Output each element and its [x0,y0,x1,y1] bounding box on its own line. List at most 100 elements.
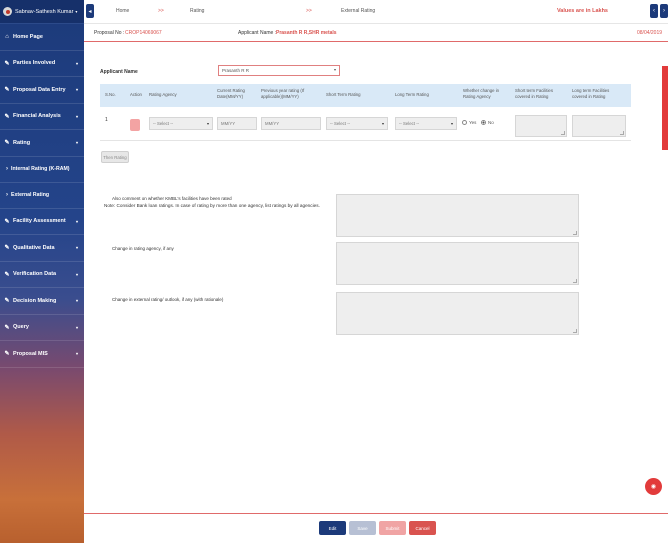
long-term-facilities-textarea[interactable] [572,115,626,137]
change-agency-yes-radio[interactable]: Yes [462,120,476,125]
chevron-right-icon: › [6,192,8,198]
long-term-rating-select[interactable]: -- Select -- ▾ [395,117,457,130]
edit-icon: ✎ [4,245,10,252]
short-term-rating-select[interactable]: -- Select -- ▾ [326,117,388,130]
proposal-date: 08/04/2019 [637,30,663,36]
chevron-down-icon: ▾ [75,87,78,93]
col-change-in-agency: Whether change in Rating Agency [463,88,500,99]
sidebar-item-label: Proposal Data Entry [13,86,66,93]
edit-icon: ✎ [4,271,10,278]
next-button[interactable]: › [660,4,668,18]
applicant-name-select[interactable]: Prasanth R R ▾ [218,65,340,76]
edit-icon: ✎ [4,113,10,120]
sidebar-item-label: Facility Assessment [13,218,66,225]
current-rating-date-input[interactable]: MM/YY [217,117,257,130]
chevron-down-icon: ▾ [75,271,78,277]
save-button[interactable]: Save [349,521,376,535]
breadcrumb-rating[interactable]: Rating [190,8,204,14]
help-fab-button[interactable]: ◉ [645,478,662,495]
sidebar-item-verification-data[interactable]: ✎ Verification Data ▾ [0,262,84,288]
applicant-name-label: Applicant Name : [238,30,277,36]
col-long-term-rating: Long Term Rating [395,92,429,97]
user-avatar-icon [3,7,12,16]
sidebar-item-label: Parties Involved [13,60,56,67]
edit-button[interactable]: Edit [319,521,346,535]
chevron-left-icon: ◂ [88,8,92,15]
sidebar-item-query[interactable]: ✎ Query ▾ [0,315,84,341]
col-current-rating-date: Current Rating Date(MM/YY) [217,88,245,99]
breadcrumb-home[interactable]: Home [116,8,129,14]
sidebar-item-qualitative-data[interactable]: ✎ Qualitative Data ▾ [0,235,84,262]
sidebar-item-parties-involved[interactable]: ✎ Parties Involved ▾ [0,51,84,77]
change-in-outlook-label: Change in external rating/ outlook, if a… [112,297,224,302]
sidebar-toggle-button[interactable]: ◂ [86,4,94,18]
edit-icon: ✎ [4,140,10,147]
applicant-name-label: Applicant Name [100,69,138,75]
delete-row-button[interactable] [130,119,140,131]
sidebar-item-label: Financial Analysis [13,113,61,120]
cancel-button[interactable]: Cancel [409,521,436,535]
sidebar-subitem-label: External Rating [11,192,50,198]
sidebar-item-label: Proposal MIS [13,350,48,357]
top-header: ◂ Home >> Rating >> External Rating Valu… [84,0,668,24]
prev-button[interactable]: ‹ [650,4,658,18]
breadcrumb-separator: >> [158,8,164,14]
change-in-outlook-textarea[interactable] [336,292,579,335]
short-term-facilities-textarea[interactable] [515,115,567,137]
home-icon: ⌂ [5,33,9,40]
sidebar-subitem-label: Internal Rating (K-RAM) [11,166,70,172]
row-sno: 1 [105,117,108,123]
edit-icon: ✎ [4,218,10,225]
chevron-down-icon: ▾ [75,9,78,14]
chevron-down-icon: ▾ [75,324,78,330]
chevron-down-icon: ▾ [75,140,78,146]
edit-icon: ✎ [4,351,10,358]
col-rating-agency: Rating Agency [149,92,177,97]
kmbl-facilities-comment-textarea[interactable] [336,194,579,237]
edit-icon: ✎ [4,324,10,331]
user-name: Sabnav-Sathesh Kumar [15,8,74,15]
then-rating-button[interactable]: Then Rating [101,151,129,163]
sidebar-subitem[interactable]: › Internal Rating (K-RAM) [0,157,84,183]
sidebar-subitem[interactable]: › External Rating [0,183,84,209]
sidebar-item-label: Query [13,324,29,331]
sidebar-item-financial-analysis[interactable]: ✎ Financial Analysis ▾ [0,104,84,130]
rating-agency-select[interactable]: -- Select -- ▾ [149,117,213,130]
change-in-agency-textarea[interactable] [336,242,579,285]
sidebar-item-rating[interactable]: ✎ Rating ▾ [0,130,84,157]
edit-icon: ✎ [4,60,10,67]
external-rating-form: Applicant Name Prasanth R R ▾ S.No. Acti… [84,43,658,513]
chevron-down-icon: ▾ [333,67,336,72]
proposal-no-label: Proposal No : [94,30,125,36]
user-menu[interactable]: Sabnav-Sathesh Kumar ▾ [0,0,84,24]
previous-rating-date-input[interactable]: MM/YY [261,117,321,130]
chevron-down-icon: ▾ [75,245,78,251]
edit-icon: ✎ [4,298,10,305]
col-long-term-facilities: Long term Facilities covered in Rating [572,88,610,99]
sidebar-item-label: Home Page [13,33,43,40]
table-row: 1 -- Select -- ▾ MM/YY MM/YY -- Select -… [100,107,631,141]
chevron-down-icon: ▾ [450,121,453,126]
sidebar-item-facility-assessment[interactable]: ✎ Facility Assessment ▾ [0,209,84,235]
sidebar-item-decision-making[interactable]: ✎ Decision Making ▾ [0,288,84,315]
submit-button[interactable]: Submit [379,521,406,535]
rating-table-header: S.No. Action Rating Agency Current Ratin… [100,84,631,107]
chevron-left-icon: ‹ [653,8,655,14]
values-note: Values are in Lakhs [556,8,608,14]
sidebar-item-label: Verification Data [13,271,57,278]
side-panel-tab[interactable] [662,66,668,150]
sidebar-item-home-page[interactable]: ⌂ Home Page [0,24,84,51]
proposal-info-bar: Proposal No : CROP14069067 Applicant Nam… [84,26,668,42]
breadcrumb-separator: >> [306,8,312,14]
sidebar-item-label: Rating [13,139,31,146]
radio-icon [462,120,467,125]
sidebar-item-proposal-mis[interactable]: ✎ Proposal MIS ▾ [0,341,84,368]
kmbl-facilities-comment-label: Also comment on whether KMBL's facilitie… [112,196,232,201]
action-bar: Edit Save Submit Cancel [84,513,668,543]
change-agency-no-radio[interactable]: No [481,120,494,125]
chevron-down-icon: ▾ [75,113,78,119]
change-in-agency-label: Change in rating agency, if any [112,246,174,251]
chevron-down-icon: ▾ [75,351,78,357]
proposal-no-value: CROP14069067 [125,30,162,36]
sidebar-item-proposal-data-entry[interactable]: ✎ Proposal Data Entry ▾ [0,77,84,104]
